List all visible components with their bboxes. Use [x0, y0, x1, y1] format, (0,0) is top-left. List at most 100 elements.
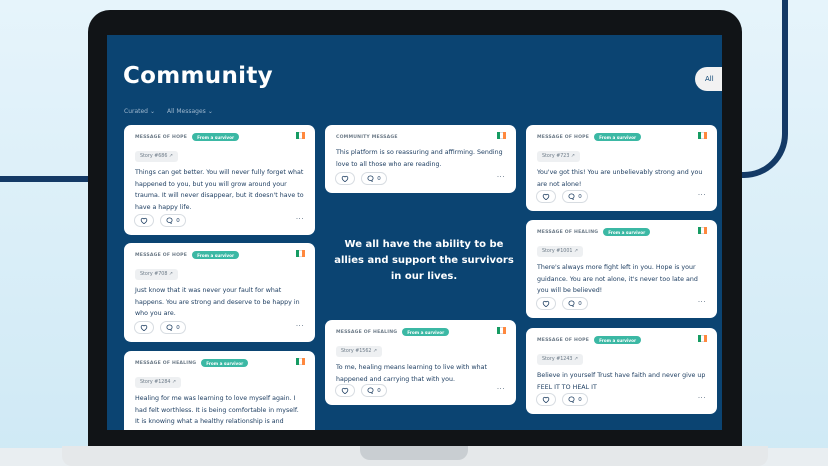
comment-button[interactable]: 0: [562, 393, 588, 406]
comment-icon: [166, 324, 173, 331]
laptop-screen: Community All Curated ⌄ All Messages ⌄ MES…: [107, 35, 722, 430]
survivor-badge: From a survivor: [594, 336, 642, 344]
laptop-bezel: Community All Curated ⌄ All Messages ⌄ MES…: [88, 10, 742, 456]
ireland-flag-icon: [698, 132, 707, 139]
comment-button[interactable]: 0: [160, 214, 186, 227]
all-messages-dropdown-label: All Messages: [167, 108, 206, 115]
comment-count: 0: [578, 300, 582, 307]
card-category: MESSAGE OF HOPE: [537, 337, 590, 343]
message-card[interactable]: MESSAGE OF HOPE From a survivor Story #7…: [124, 243, 315, 342]
card-category: MESSAGE OF HOPE: [537, 134, 590, 140]
curated-dropdown[interactable]: Curated ⌄: [124, 108, 155, 115]
more-options-icon[interactable]: ···: [497, 173, 505, 181]
more-options-icon[interactable]: ···: [497, 385, 505, 393]
comment-button[interactable]: 0: [562, 190, 588, 203]
featured-quote: We all have the ability to be allies and…: [334, 239, 514, 282]
survivor-badge: From a survivor: [402, 328, 450, 336]
survivor-badge: From a survivor: [603, 228, 651, 236]
story-link[interactable]: Story #686 ↗: [135, 151, 178, 162]
comment-button[interactable]: 0: [361, 172, 387, 185]
more-options-icon[interactable]: ···: [698, 298, 706, 306]
ireland-flag-icon: [296, 132, 305, 139]
heart-icon: [542, 193, 550, 200]
story-link[interactable]: Story #1562 ↗: [336, 346, 382, 357]
comment-count: 0: [176, 217, 180, 224]
like-button[interactable]: [335, 172, 355, 185]
card-category: MESSAGE OF HEALING: [336, 329, 398, 335]
comment-icon: [367, 175, 374, 182]
comment-icon: [166, 217, 173, 224]
comment-count: 0: [578, 396, 582, 403]
laptop-notch: [360, 446, 468, 460]
ireland-flag-icon: [698, 227, 707, 234]
filter-all-toggle[interactable]: All: [695, 67, 722, 91]
story-link[interactable]: Story #1001 ↗: [537, 246, 583, 257]
survivor-badge: From a survivor: [594, 133, 642, 141]
card-message: Believe in yourself Trust have faith and…: [537, 372, 706, 391]
card-category: MESSAGE OF HEALING: [537, 229, 599, 235]
story-link[interactable]: Story #1243 ↗: [537, 354, 583, 365]
heart-icon: [140, 324, 148, 331]
card-category: MESSAGE OF HOPE: [135, 134, 188, 140]
message-card[interactable]: MESSAGE OF HOPE From a survivor Story #1…: [526, 328, 717, 414]
all-messages-dropdown[interactable]: All Messages ⌄: [167, 108, 213, 115]
card-message: This platform is so reassuring and affir…: [336, 149, 503, 168]
card-message: Things can get better. You will never fu…: [135, 169, 304, 211]
ireland-flag-icon: [698, 335, 707, 342]
comment-count: 0: [377, 175, 381, 182]
story-link[interactable]: Story #1284 ↗: [135, 377, 181, 388]
like-button[interactable]: [536, 297, 556, 310]
survivor-badge: From a survivor: [201, 359, 249, 367]
story-link[interactable]: Story #708 ↗: [135, 269, 178, 280]
like-button[interactable]: [536, 393, 556, 406]
heart-icon: [542, 300, 550, 307]
more-options-icon[interactable]: ···: [296, 215, 304, 223]
comment-icon: [568, 193, 575, 200]
comment-button[interactable]: 0: [160, 321, 186, 334]
like-button[interactable]: [335, 384, 355, 397]
heart-icon: [341, 175, 349, 182]
filter-bar: Curated ⌄ All Messages ⌄: [124, 108, 213, 115]
survivor-badge: From a survivor: [192, 251, 240, 259]
message-card[interactable]: COMMUNITY MESSAGE This platform is so re…: [325, 125, 516, 193]
card-category: MESSAGE OF HOPE: [135, 252, 188, 258]
like-button[interactable]: [134, 321, 154, 334]
chevron-down-icon: ⌄: [207, 108, 213, 115]
card-category: MESSAGE OF HEALING: [135, 360, 197, 366]
card-category: COMMUNITY MESSAGE: [336, 134, 398, 140]
comment-icon: [568, 300, 575, 307]
decorative-frame: [742, 0, 788, 178]
message-card[interactable]: MESSAGE OF HEALING From a survivor Story…: [526, 220, 717, 318]
ireland-flag-icon: [296, 358, 305, 365]
decorative-line: [0, 176, 95, 182]
curated-dropdown-label: Curated: [124, 108, 148, 115]
more-options-icon[interactable]: ···: [698, 394, 706, 402]
comment-button[interactable]: 0: [562, 297, 588, 310]
message-card[interactable]: MESSAGE OF HOPE From a survivor Story #7…: [526, 125, 717, 211]
heart-icon: [140, 217, 148, 224]
card-message: There's always more fight left in you. H…: [537, 264, 698, 295]
like-button[interactable]: [134, 214, 154, 227]
more-options-icon[interactable]: ···: [698, 191, 706, 199]
message-card[interactable]: MESSAGE OF HOPE From a survivor Story #6…: [124, 125, 315, 235]
ireland-flag-icon: [497, 132, 506, 139]
survivor-badge: From a survivor: [192, 133, 240, 141]
comment-icon: [568, 396, 575, 403]
heart-icon: [341, 387, 349, 394]
story-link[interactable]: Story #723 ↗: [537, 151, 580, 162]
card-message: Healing for me was learning to love myse…: [135, 395, 299, 426]
comment-icon: [367, 387, 374, 394]
heart-icon: [542, 396, 550, 403]
comment-button[interactable]: 0: [361, 384, 387, 397]
message-card[interactable]: MESSAGE OF HEALING From a survivor Story…: [124, 351, 315, 430]
card-message: To me, healing means learning to live wi…: [336, 364, 487, 383]
chevron-down-icon: ⌄: [150, 108, 156, 115]
ireland-flag-icon: [497, 327, 506, 334]
page-title: Community: [123, 63, 273, 89]
card-message: Just know that it was never your fault f…: [135, 287, 300, 318]
like-button[interactable]: [536, 190, 556, 203]
message-card[interactable]: MESSAGE OF HEALING From a survivor Story…: [325, 320, 516, 405]
comment-count: 0: [578, 193, 582, 200]
more-options-icon[interactable]: ···: [296, 322, 304, 330]
ireland-flag-icon: [296, 250, 305, 257]
